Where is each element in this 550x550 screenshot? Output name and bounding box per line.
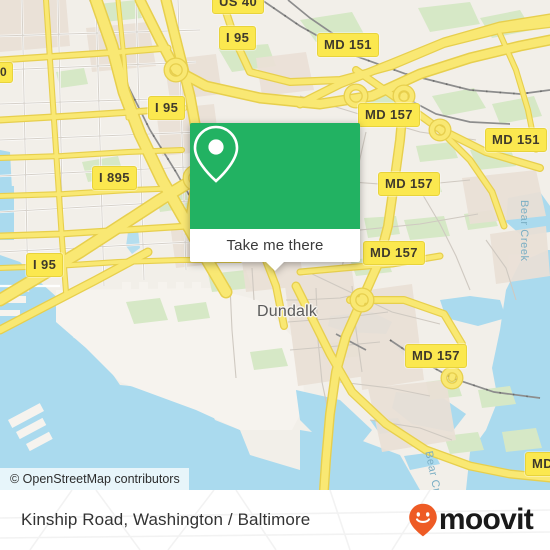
road-shield-md-157-mid[interactable]: MD 157 [378,172,440,196]
road-shield-i-95-south[interactable]: I 95 [26,253,64,277]
road-shield-i-95-mid[interactable]: I 95 [148,96,186,120]
moovit-smiley-pin-icon [409,503,437,537]
road-shield-md-157-south[interactable]: MD 157 [405,344,467,368]
callout-action-label: Take me there [226,237,324,254]
road-shield-md-157-north[interactable]: MD 157 [358,103,420,127]
road-shield-i-895[interactable]: I 895 [92,166,137,190]
map-canvas[interactable]: Dundalk Bear Creek Bear Creek 0 US 40 I … [0,0,550,490]
moovit-map-screenshot: Dundalk Bear Creek Bear Creek 0 US 40 I … [0,0,550,550]
callout-pointer-tail [266,262,284,271]
callout-footer[interactable]: Take me there [190,229,360,271]
callout-header [190,123,360,229]
map-water-label-bear-creek-north: Bear Creek [518,200,530,262]
map-pin-icon [193,125,239,183]
footer-bar: Kinship Road, Washington / Baltimore moo… [0,490,550,550]
footer-location-title: Kinship Road, Washington / Baltimore [21,510,311,529]
road-shield-md-east[interactable]: MD [525,452,550,476]
road-shield-us-40[interactable]: US 40 [212,0,265,14]
road-shield-i-95-north[interactable]: I 95 [219,26,257,50]
road-shield-md-157-center[interactable]: MD 157 [363,241,425,265]
road-shield-md-151-north[interactable]: MD 151 [317,33,379,57]
moovit-wordmark: moovit [438,503,534,536]
map-attribution[interactable]: © OpenStreetMap contributors [0,468,189,490]
map-attribution-text: © OpenStreetMap contributors [10,472,180,486]
road-shield-0[interactable]: 0 [0,62,14,83]
moovit-logo[interactable]: moovit [408,503,534,537]
road-shield-md-151-east[interactable]: MD 151 [485,128,547,152]
location-callout-card[interactable]: Take me there [190,123,360,271]
map-place-label-dundalk: Dundalk [257,303,318,320]
